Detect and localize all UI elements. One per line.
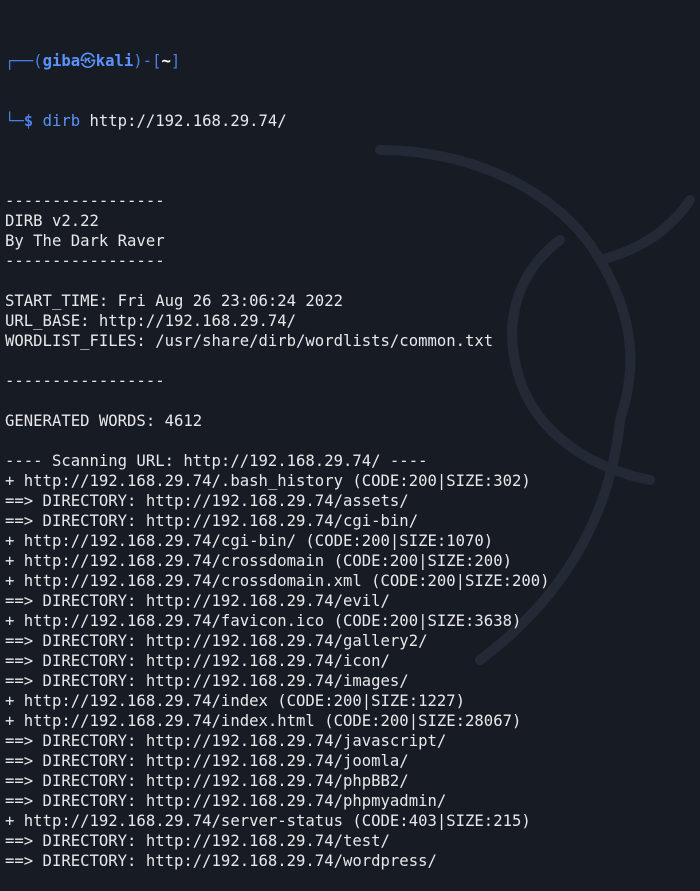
output-line: ==> DIRECTORY: http://192.168.29.74/java… (5, 732, 447, 750)
prompt-cwd: ~ (161, 52, 171, 70)
output-line: + http://192.168.29.74/favicon.ico (CODE… (5, 612, 522, 630)
output-line: + http://192.168.29.74/cgi-bin/ (CODE:20… (5, 532, 494, 550)
output-line: ==> DIRECTORY: http://192.168.29.74/icon… (5, 652, 390, 670)
output-line: ==> DIRECTORY: http://192.168.29.74/phpm… (5, 792, 447, 810)
output-line: + http://192.168.29.74/index (CODE:200|S… (5, 692, 466, 710)
prompt-frame-end: ] (170, 52, 181, 70)
prompt-frame-mid: )-[ (133, 52, 162, 70)
output-line: ==> DIRECTORY: http://192.168.29.74/evil… (5, 592, 390, 610)
output-line: By The Dark Raver (5, 232, 165, 250)
prompt-host: kali (95, 52, 134, 70)
command-argument: http://192.168.29.74/ (80, 112, 287, 130)
output-line: ----------------- (5, 192, 165, 210)
output-line: + http://192.168.29.74/crossdomain.xml (… (5, 572, 550, 590)
prompt-dollar: $ (23, 112, 34, 130)
prompt-line-2: └─$ dirb http://192.168.29.74/ (5, 111, 700, 131)
prompt-line-1: ┌──(giba㉿kali)-[~] (5, 51, 700, 71)
output-line: ==> DIRECTORY: http://192.168.29.74/cgi-… (5, 512, 419, 530)
prompt-frame-bottom: └─ (5, 112, 24, 130)
output-line: DIRB v2.22 (5, 212, 99, 230)
output-line: + http://192.168.29.74/crossdomain (CODE… (5, 552, 512, 570)
output-line: ==> DIRECTORY: http://192.168.29.74/joom… (5, 752, 409, 770)
terminal-window[interactable]: ┌──(giba㉿kali)-[~] └─$ dirb http://192.1… (0, 0, 700, 870)
command-name: dirb (42, 112, 81, 130)
output-line: ==> DIRECTORY: http://192.168.29.74/test… (5, 832, 390, 850)
output-line: ----------------- (5, 372, 165, 390)
prompt-user: giba (42, 52, 81, 70)
output-line: ==> DIRECTORY: http://192.168.29.74/asse… (5, 492, 409, 510)
output-line: ---- Scanning URL: http://192.168.29.74/… (5, 452, 428, 470)
prompt-frame-top: ┌──( (5, 52, 43, 70)
kali-symbol-icon: ㉿ (80, 52, 96, 70)
output-line: ==> DIRECTORY: http://192.168.29.74/gall… (5, 632, 428, 650)
output-line: URL_BASE: http://192.168.29.74/ (5, 312, 297, 330)
output-line: START_TIME: Fri Aug 26 23:06:24 2022 (5, 292, 343, 310)
output-line: ----------------- (5, 252, 165, 270)
output-line: + http://192.168.29.74/index.html (CODE:… (5, 712, 522, 730)
output-line: ==> DIRECTORY: http://192.168.29.74/word… (5, 852, 437, 870)
output-line: + http://192.168.29.74/.bash_history (CO… (5, 472, 531, 490)
output-line: ==> DIRECTORY: http://192.168.29.74/imag… (5, 672, 409, 690)
output-line: WORDLIST_FILES: /usr/share/dirb/wordlist… (5, 332, 494, 350)
terminal-output: ----------------- DIRB v2.22 By The Dark R… (5, 171, 700, 871)
output-line: GENERATED WORDS: 4612 (5, 412, 203, 430)
output-line: + http://192.168.29.74/server-status (CO… (5, 812, 531, 830)
output-line: ==> DIRECTORY: http://192.168.29.74/phpB… (5, 772, 409, 790)
